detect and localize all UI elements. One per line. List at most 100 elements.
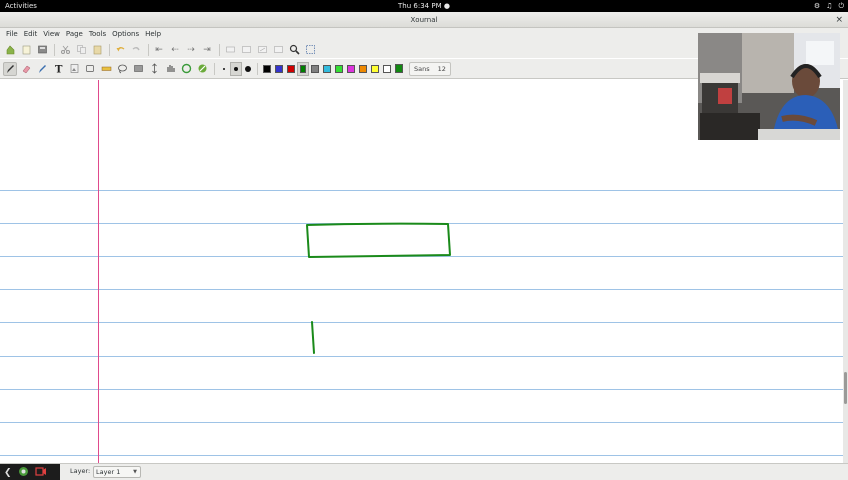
system-tray[interactable]: ⚙ ♫ ⏻ bbox=[814, 0, 844, 12]
open-icon[interactable] bbox=[19, 43, 33, 57]
color-swatch bbox=[287, 64, 295, 73]
color-palette bbox=[261, 61, 393, 76]
last-page-icon[interactable]: ⇥ bbox=[200, 43, 214, 57]
menu-page[interactable]: Page bbox=[63, 28, 86, 41]
power-icon[interactable]: ⏻ bbox=[838, 0, 844, 12]
color-swatch-button[interactable] bbox=[333, 62, 345, 76]
redo-icon[interactable] bbox=[129, 43, 143, 57]
highlighter-icon[interactable] bbox=[35, 62, 49, 76]
fullscreen-icon[interactable] bbox=[303, 43, 317, 57]
next-page-icon[interactable]: ⇢ bbox=[184, 43, 198, 57]
window-title: Xournal bbox=[410, 16, 438, 24]
ink-stroke-line bbox=[311, 321, 315, 354]
chevron-down-icon: ▼ bbox=[133, 469, 137, 475]
hand-icon[interactable] bbox=[163, 62, 177, 76]
color-swatch-button[interactable] bbox=[261, 62, 273, 76]
webcam-image bbox=[698, 33, 840, 140]
layer-dropdown-value: Layer 1 bbox=[96, 468, 121, 476]
color-swatch bbox=[275, 64, 283, 73]
color-swatch bbox=[263, 64, 271, 73]
layer-label: Layer: bbox=[70, 467, 91, 475]
vertical-scrollbar[interactable] bbox=[843, 80, 848, 463]
menu-view[interactable]: View bbox=[40, 28, 63, 41]
layer-dropdown[interactable]: Layer 1 ▼ bbox=[93, 466, 141, 478]
menu-tools[interactable]: Tools bbox=[86, 28, 109, 41]
lasso-select-icon[interactable] bbox=[115, 62, 129, 76]
camera-icon[interactable] bbox=[34, 466, 47, 480]
color-swatch-button[interactable] bbox=[273, 62, 285, 76]
scrollbar-thumb[interactable] bbox=[844, 372, 847, 404]
close-window-button[interactable]: × bbox=[835, 12, 843, 28]
shape-recognizer-icon[interactable] bbox=[83, 62, 97, 76]
color-swatch bbox=[323, 64, 331, 73]
back-arrow-icon[interactable]: ❮ bbox=[4, 468, 12, 478]
thickness-medium-button[interactable] bbox=[230, 61, 242, 76]
default-pen-icon[interactable] bbox=[179, 62, 193, 76]
zoom-normal-icon[interactable] bbox=[239, 43, 253, 57]
color-swatch-button[interactable] bbox=[285, 62, 297, 76]
copy-icon[interactable] bbox=[74, 43, 88, 57]
svg-text:T: T bbox=[55, 65, 63, 75]
vertical-space-icon[interactable] bbox=[147, 62, 161, 76]
zoom-in-icon[interactable] bbox=[255, 43, 269, 57]
menu-options[interactable]: Options bbox=[109, 28, 142, 41]
status-bar: ❮ Layer: Layer 1 ▼ bbox=[0, 463, 848, 480]
zoom-out-icon[interactable] bbox=[223, 43, 237, 57]
color-swatch-button[interactable] bbox=[381, 62, 393, 76]
color-swatch bbox=[300, 64, 306, 73]
pen-icon[interactable] bbox=[3, 61, 17, 76]
color-swatch-button[interactable] bbox=[369, 62, 381, 76]
menu-help[interactable]: Help bbox=[142, 28, 164, 41]
menu-edit[interactable]: Edit bbox=[21, 28, 41, 41]
toolbar-separator bbox=[257, 62, 258, 75]
previous-page-icon[interactable]: ⇠ bbox=[168, 43, 182, 57]
color-swatch-button[interactable] bbox=[321, 62, 333, 76]
paste-icon[interactable] bbox=[90, 43, 104, 57]
taskbar-dock: ❮ bbox=[0, 464, 60, 480]
font-button[interactable]: Sans 12 bbox=[409, 61, 451, 76]
color-swatch bbox=[383, 64, 391, 73]
default-highlighter-icon[interactable] bbox=[195, 62, 209, 76]
cut-icon[interactable] bbox=[58, 43, 72, 57]
image-icon[interactable] bbox=[67, 62, 81, 76]
color-swatch bbox=[359, 64, 367, 73]
ink-stroke-rectangle bbox=[306, 222, 451, 258]
recorder-app-icon[interactable] bbox=[18, 466, 29, 480]
color-swatch bbox=[371, 64, 379, 73]
color-swatch bbox=[335, 64, 343, 73]
text-icon[interactable]: T bbox=[51, 62, 65, 76]
page-width-icon[interactable] bbox=[271, 43, 285, 57]
toolbar-separator bbox=[148, 43, 149, 56]
ruler-icon[interactable] bbox=[99, 62, 113, 76]
toolbar-separator bbox=[54, 43, 55, 56]
accessibility-icon[interactable]: ⚙ bbox=[814, 0, 820, 12]
toolbar-separator bbox=[219, 43, 220, 56]
font-name: Sans bbox=[414, 64, 430, 73]
color-swatch-button[interactable] bbox=[297, 61, 309, 76]
color-swatch bbox=[311, 64, 319, 73]
window-title-bar[interactable]: Xournal × bbox=[0, 12, 848, 28]
font-size: 12 bbox=[437, 64, 446, 73]
color-swatch bbox=[347, 64, 355, 73]
color-swatch-button[interactable] bbox=[345, 62, 357, 76]
color-swatch-button[interactable] bbox=[309, 62, 321, 76]
thickness-thick-button[interactable] bbox=[242, 62, 254, 76]
undo-icon[interactable] bbox=[113, 43, 127, 57]
find-icon[interactable] bbox=[287, 43, 301, 57]
eraser-icon[interactable] bbox=[19, 62, 33, 76]
first-page-icon[interactable]: ⇤ bbox=[152, 43, 166, 57]
new-icon[interactable] bbox=[3, 43, 17, 57]
current-color-button[interactable] bbox=[393, 62, 405, 76]
clock[interactable]: Thu 6:34 PM ● bbox=[0, 0, 848, 12]
toolbar-separator bbox=[109, 43, 110, 56]
thickness-thin-button[interactable] bbox=[218, 62, 230, 76]
menu-file[interactable]: File bbox=[3, 28, 21, 41]
rect-select-icon[interactable] bbox=[131, 62, 145, 76]
current-color-swatch bbox=[395, 64, 403, 73]
toolbar-separator bbox=[214, 62, 215, 75]
gnome-top-bar: Activities Thu 6:34 PM ● ⚙ ♫ ⏻ bbox=[0, 0, 848, 12]
color-swatch-button[interactable] bbox=[357, 62, 369, 76]
webcam-overlay bbox=[698, 33, 840, 140]
volume-icon[interactable]: ♫ bbox=[826, 0, 832, 12]
save-icon[interactable] bbox=[35, 43, 49, 57]
